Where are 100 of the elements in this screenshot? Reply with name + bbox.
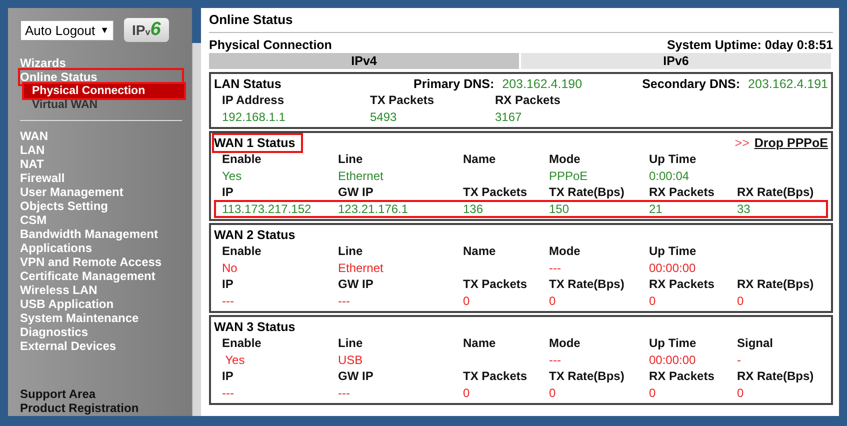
column-header: Mode (549, 243, 582, 260)
sidebar-item[interactable]: Wireless LAN (20, 283, 182, 297)
table-cell-text: 0 (463, 292, 471, 309)
column-header: Line (338, 335, 364, 352)
table-cell-text: 123.21.176.1 (338, 200, 410, 217)
sidebar-item[interactable]: LAN (20, 143, 182, 157)
table-cell-text: PPPoE (549, 168, 589, 184)
column-header: RX Packets (649, 368, 716, 384)
table-cell-text: 113.173.217.152 (222, 200, 312, 217)
panel-title: WAN 2 Status (214, 227, 296, 243)
table-cell-text: 0:00:04 (649, 168, 690, 184)
system-uptime: System Uptime: 0day 0:8:51 (666, 38, 833, 52)
column-header: TX Rate(Bps) (549, 276, 626, 292)
column-header: GW IP (338, 368, 374, 384)
sidebar-item[interactable]: USB Application (20, 297, 182, 311)
column-header: TX Packets (463, 184, 528, 200)
sidebar-item[interactable]: NAT (20, 157, 182, 171)
column-header: TX Packets (370, 92, 436, 108)
tab[interactable]: IPv6 (521, 53, 833, 69)
sidebar-item[interactable]: VPN and Remote Access (20, 255, 182, 269)
column-header: Enable (222, 151, 262, 168)
field-label: Secondary DNS: (642, 77, 740, 91)
column-header: Signal (737, 335, 774, 352)
column-header: Line (338, 243, 364, 260)
sidebar-item[interactable]: Wizards (20, 56, 182, 70)
sidebar-item[interactable]: Objects Setting (20, 199, 182, 213)
sidebar-item[interactable]: Firewall (20, 171, 182, 185)
table-cell-text: Ethernet (338, 168, 384, 184)
table-cell-text: 136 (463, 200, 484, 217)
column-header: RX Rate(Bps) (737, 276, 815, 292)
table-cell-text: USB (338, 352, 364, 368)
column-header: IP (222, 184, 234, 200)
column-header: Name (463, 151, 497, 168)
table-cell-text: 0 (549, 292, 557, 309)
sidebar-item[interactable]: Virtual WAN (24, 98, 184, 112)
table-cell-text: 0 (463, 384, 471, 401)
table-cell-text: 00:00:00 (649, 352, 697, 368)
sidebar-item[interactable]: Bandwidth Management (20, 227, 182, 241)
column-header: Enable (222, 243, 262, 260)
table-cell-text: --- (338, 384, 351, 401)
table-cell-text: --- (338, 292, 351, 309)
sidebar-item[interactable]: Online Status (20, 70, 182, 84)
panel-title: WAN 3 Status (214, 319, 296, 335)
table-cell-text: --- (549, 260, 562, 276)
sidebar-item[interactable]: CSM (20, 213, 182, 227)
sidebar-item[interactable]: Certificate Management (20, 269, 182, 283)
column-header: Name (463, 243, 497, 260)
sidebar-item[interactable]: System Maintenance (20, 311, 182, 325)
drop-pppoe-link[interactable]: Drop PPPoE (754, 136, 828, 150)
column-header: GW IP (338, 184, 374, 200)
table-cell-text: 00:00:00 (649, 260, 697, 276)
column-header: Name (463, 335, 497, 352)
field-label: Primary DNS: (414, 77, 494, 91)
tab[interactable]: IPv4 (209, 53, 521, 69)
table-cell-text: --- (222, 384, 235, 401)
sidebar-item[interactable]: Physical Connection (24, 84, 184, 98)
table-cell-text: --- (222, 292, 235, 309)
column-header: Line (338, 151, 364, 168)
arrows-text: >> (734, 136, 750, 150)
column-header: TX Packets (463, 368, 528, 384)
table-cell-text: No (222, 260, 238, 276)
table-cell-text: 0 (649, 384, 657, 401)
field-value: 203.162.4.191 (748, 77, 828, 91)
column-header: RX Rate(Bps) (737, 184, 815, 200)
column-header: IP (222, 368, 234, 384)
table-cell-text: 0 (649, 292, 657, 309)
scrollbar[interactable] (192, 43, 201, 416)
section-title: Physical Connection (209, 38, 332, 52)
sidebar-item[interactable]: WAN (20, 129, 182, 143)
column-header: Up Time (649, 243, 698, 260)
sidebar-item[interactable]: Diagnostics (20, 325, 182, 339)
column-header: TX Packets (463, 276, 528, 292)
table-cell-text: 150 (549, 200, 570, 217)
column-header: IP Address (222, 92, 286, 108)
table-cell-text: 3167 (495, 108, 523, 125)
sidebar-item[interactable]: Applications (20, 241, 182, 255)
column-header: RX Packets (495, 92, 562, 108)
sidebar-item[interactable]: Support Area (20, 387, 192, 401)
table-cell-text: 0 (737, 384, 745, 401)
table-cell-text: Yes (224, 352, 246, 368)
table-cell-text: 192.168.1.1 (222, 108, 286, 125)
table-cell-text: Yes (222, 168, 243, 184)
column-header: Up Time (649, 335, 698, 352)
auto-logout-dropdown[interactable]: Auto Logout ▼ (20, 20, 114, 40)
table-cell-text: 0 (549, 384, 557, 401)
sidebar-item[interactable]: User Management (20, 185, 182, 199)
column-header: Mode (549, 335, 582, 352)
sidebar-item[interactable]: External Devices (20, 339, 182, 353)
field-value: 203.162.4.190 (502, 77, 582, 91)
table-cell-text: 21 (649, 200, 664, 217)
column-header: RX Rate(Bps) (737, 368, 815, 384)
column-header: RX Packets (649, 184, 716, 200)
page-title: Online Status (209, 12, 833, 33)
panel-title: WAN 1 Status (214, 135, 302, 151)
column-header: Mode (549, 151, 582, 168)
column-header: TX Rate(Bps) (549, 368, 626, 384)
table-cell-text: 5493 (370, 108, 398, 125)
column-header: IP (222, 276, 234, 292)
sidebar-item[interactable]: Product Registration (20, 401, 192, 415)
table-cell-text: - (737, 352, 742, 368)
